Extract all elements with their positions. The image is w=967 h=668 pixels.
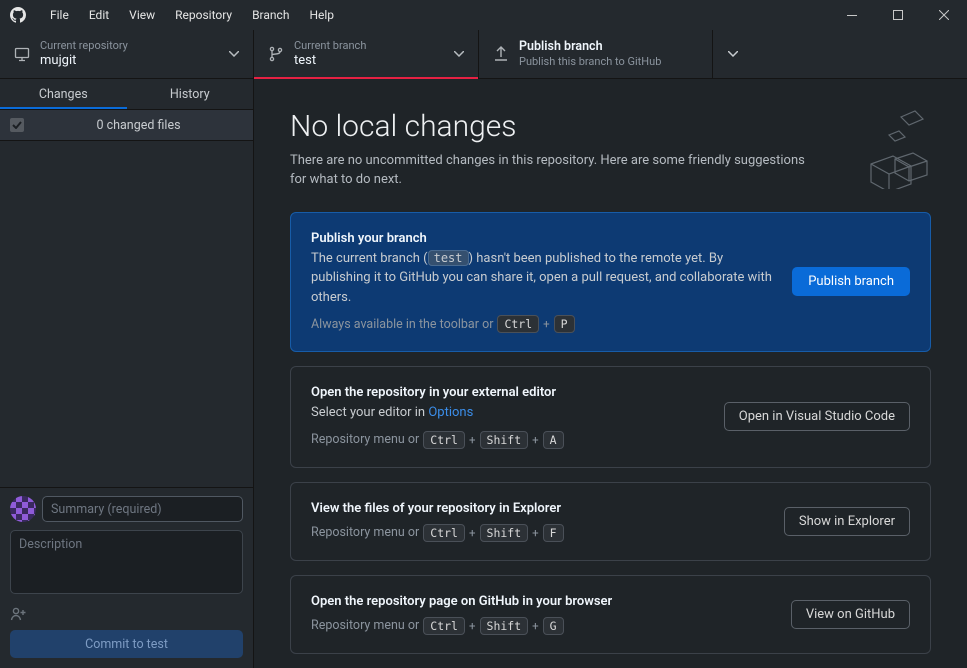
kbd: P	[554, 315, 575, 333]
tab-changes[interactable]: Changes	[0, 79, 127, 109]
card-description: Select your editor in Options	[311, 403, 704, 423]
chevron-down-icon	[728, 51, 738, 57]
publish-subtitle: Publish this branch to GitHub	[519, 55, 698, 69]
page-subtitle: There are no uncommitted changes in this…	[290, 152, 810, 190]
current-branch-selector[interactable]: Current branch test	[254, 30, 479, 78]
select-all-checkbox[interactable]	[10, 118, 24, 132]
open-editor-button[interactable]: Open in Visual Studio Code	[724, 402, 910, 431]
boxes-illustration-icon	[841, 109, 931, 189]
view-github-card: Open the repository page on GitHub in yo…	[290, 575, 931, 654]
tab-history[interactable]: History	[127, 79, 254, 109]
publish-title: Publish branch	[519, 39, 698, 55]
chevron-down-icon	[454, 51, 464, 57]
page-title: No local changes	[290, 109, 810, 144]
view-github-button[interactable]: View on GitHub	[791, 600, 910, 629]
branch-label: Current branch	[294, 39, 448, 53]
show-explorer-card: View the files of your repository in Exp…	[290, 482, 931, 561]
menubar: File Edit View Repository Branch Help	[40, 2, 344, 28]
menu-view[interactable]: View	[119, 2, 165, 28]
current-repository-selector[interactable]: Current repository mujgit	[0, 30, 254, 78]
kbd: Shift	[480, 431, 529, 449]
kbd: Shift	[480, 524, 529, 542]
menu-branch[interactable]: Branch	[242, 2, 299, 28]
show-explorer-button[interactable]: Show in Explorer	[784, 507, 910, 536]
titlebar: File Edit View Repository Branch Help	[0, 0, 967, 30]
changed-files-header: 0 changed files	[0, 109, 253, 141]
card-title: Open the repository page on GitHub in yo…	[311, 594, 771, 609]
card-description: The current branch (test) hasn't been pu…	[311, 249, 772, 308]
github-logo-icon	[10, 7, 26, 23]
card-title: Publish your branch	[311, 231, 772, 246]
commit-button[interactable]: Commit to test	[10, 630, 243, 658]
publish-branch-button[interactable]: Publish branch	[792, 267, 910, 296]
repo-value: mujgit	[40, 53, 223, 69]
kbd: Ctrl	[497, 315, 539, 333]
card-hint: Repository menu or Ctrl+ Shift+ A	[311, 431, 704, 449]
window-controls	[829, 0, 967, 30]
menu-file[interactable]: File	[40, 2, 79, 28]
commit-description-input[interactable]	[10, 530, 243, 594]
add-coauthor-icon[interactable]	[10, 606, 28, 622]
window-close-button[interactable]	[921, 0, 967, 30]
chevron-down-icon	[229, 51, 239, 57]
kbd: Ctrl	[423, 431, 465, 449]
publish-branch-card: Publish your branch The current branch (…	[290, 212, 931, 353]
window-minimize-button[interactable]	[829, 0, 875, 30]
upload-icon	[493, 46, 509, 62]
window-maximize-button[interactable]	[875, 0, 921, 30]
commit-form: Commit to test	[0, 487, 253, 668]
avatar	[10, 496, 36, 522]
card-hint: Repository menu or Ctrl+ Shift+ F	[311, 524, 764, 542]
kbd: Ctrl	[423, 524, 465, 542]
kbd: Ctrl	[423, 617, 465, 635]
changed-files-count: 0 changed files	[34, 118, 243, 133]
main-content: No local changes There are no uncommitte…	[254, 79, 967, 668]
menu-help[interactable]: Help	[299, 2, 344, 28]
card-title: Open the repository in your external edi…	[311, 385, 704, 400]
publish-branch-toolbar-button[interactable]: Publish branch Publish this branch to Gi…	[479, 30, 713, 78]
sidebar: Changes History 0 changed files Commit t…	[0, 79, 254, 668]
menu-edit[interactable]: Edit	[79, 2, 119, 28]
branch-chip: test	[428, 250, 469, 266]
open-editor-card: Open the repository in your external edi…	[290, 366, 931, 468]
desktop-icon	[14, 46, 30, 62]
options-link[interactable]: Options	[428, 405, 473, 420]
check-icon	[12, 121, 22, 129]
kbd: F	[543, 524, 564, 542]
card-title: View the files of your repository in Exp…	[311, 501, 764, 516]
card-hint: Always available in the toolbar or Ctrl+…	[311, 315, 772, 333]
toolbar-overflow-button[interactable]	[713, 30, 753, 78]
kbd: A	[543, 431, 564, 449]
kbd: G	[543, 617, 564, 635]
branch-icon	[268, 46, 284, 62]
branch-value: test	[294, 53, 448, 69]
toolbar: Current repository mujgit Current branch…	[0, 30, 967, 79]
commit-summary-input[interactable]	[42, 496, 243, 522]
card-hint: Repository menu or Ctrl+ Shift+ G	[311, 617, 771, 635]
menu-repository[interactable]: Repository	[165, 2, 242, 28]
repo-label: Current repository	[40, 39, 223, 53]
kbd: Shift	[480, 617, 529, 635]
